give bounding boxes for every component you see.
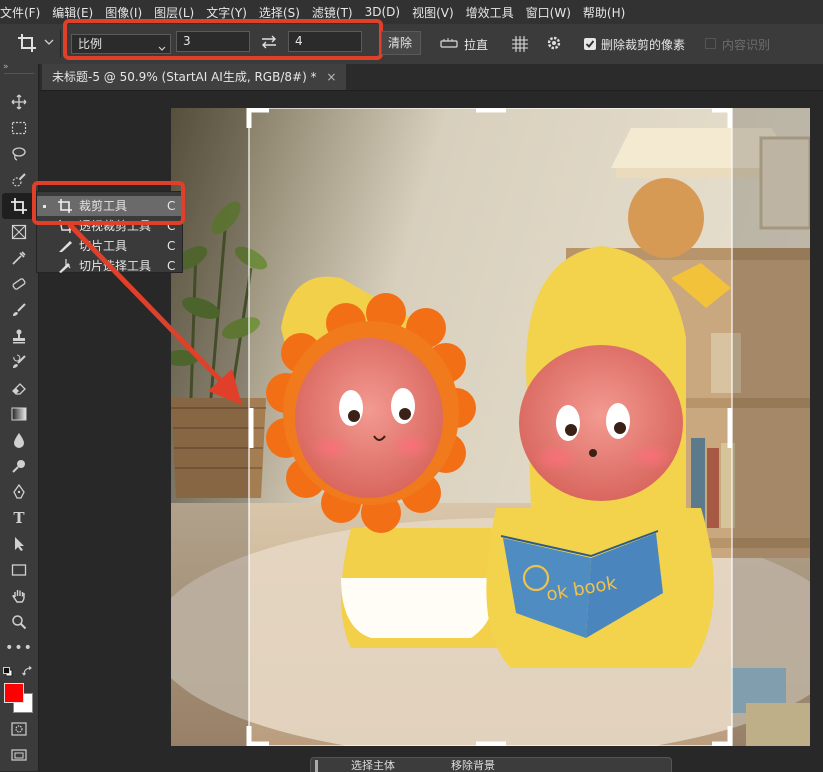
content-aware-label[interactable]: 内容识别: [722, 36, 770, 53]
annotation-arrow: [67, 222, 242, 405]
crop-tool-icon[interactable]: [9, 197, 29, 215]
dodge-tool-icon[interactable]: [9, 457, 29, 475]
straighten-icon[interactable]: [440, 35, 458, 51]
content-aware-checkbox[interactable]: [705, 38, 716, 49]
gear-icon[interactable]: [545, 34, 563, 52]
clone-stamp-tool-icon[interactable]: [9, 327, 29, 345]
collapse-panel-icon[interactable]: »: [3, 62, 17, 72]
options-bar: 比例 3 4 清除 拉直 删除裁剪的像素 内容识别: [0, 19, 823, 65]
menu-3d[interactable]: 3D(D): [359, 5, 406, 19]
document-tab-title: 未标题-5 @ 50.9% (StartAI AI生成, RGB/8#) *: [52, 70, 317, 84]
divider: [60, 30, 61, 58]
default-colors-icon[interactable]: [3, 666, 13, 677]
grid-overlay-icon[interactable]: [510, 34, 530, 54]
menu-plugins[interactable]: 增效工具: [460, 4, 520, 21]
document-image[interactable]: ok book: [171, 108, 810, 746]
foreground-color-swatch[interactable]: [4, 683, 24, 703]
divider: [4, 73, 34, 74]
highlight-ratio-box: [63, 19, 383, 60]
brush-tool-icon[interactable]: [9, 301, 29, 319]
move-tool-icon[interactable]: [9, 93, 29, 111]
straighten-label[interactable]: 拉直: [464, 36, 488, 53]
menu-edit[interactable]: 编辑(E): [46, 4, 99, 21]
drag-handle[interactable]: [315, 760, 318, 772]
remove-background-button[interactable]: 移除背景: [451, 760, 495, 772]
tools-panel: » T •••: [0, 62, 39, 771]
hand-tool-icon[interactable]: [9, 587, 29, 605]
menu-file[interactable]: 文件(F): [0, 4, 46, 21]
quick-mask-icon[interactable]: [9, 720, 29, 738]
menu-window[interactable]: 窗口(W): [520, 4, 577, 21]
document-tab[interactable]: 未标题-5 @ 50.9% (StartAI AI生成, RGB/8#) * ×: [42, 64, 347, 90]
lasso-tool-icon[interactable]: [9, 145, 29, 163]
gradient-tool-icon[interactable]: [9, 405, 29, 423]
screen-mode-icon[interactable]: [9, 746, 29, 764]
path-selection-tool-icon[interactable]: [9, 535, 29, 553]
quick-selection-tool-icon[interactable]: [9, 171, 29, 189]
menu-filter[interactable]: 滤镜(T): [306, 4, 359, 21]
type-tool-icon[interactable]: T: [9, 509, 29, 527]
menu-image[interactable]: 图像(I): [99, 4, 148, 21]
frame-tool-icon[interactable]: [9, 223, 29, 241]
rectangle-tool-icon[interactable]: [9, 561, 29, 579]
close-icon[interactable]: ×: [326, 70, 336, 84]
swap-colors-icon[interactable]: [22, 666, 33, 677]
eyedropper-tool-icon[interactable]: [9, 249, 29, 267]
menu-type[interactable]: 文字(Y): [200, 4, 253, 21]
menu-help[interactable]: 帮助(H): [577, 4, 631, 21]
menu-layer[interactable]: 图层(L): [148, 4, 200, 21]
select-subject-button[interactable]: 选择主体: [351, 760, 395, 772]
contextual-task-bar: 选择主体 移除背景: [310, 757, 672, 772]
zoom-tool-icon[interactable]: [9, 613, 29, 631]
blur-tool-icon[interactable]: [9, 431, 29, 449]
eraser-tool-icon[interactable]: [9, 379, 29, 397]
menu-view[interactable]: 视图(V): [406, 4, 460, 21]
menu-select[interactable]: 选择(S): [253, 4, 306, 21]
pen-tool-icon[interactable]: [9, 483, 29, 501]
delete-cropped-checkbox[interactable]: [584, 38, 596, 50]
healing-brush-tool-icon[interactable]: [9, 275, 29, 293]
more-tools-icon[interactable]: •••: [5, 639, 32, 657]
delete-cropped-label[interactable]: 删除裁剪的像素: [601, 36, 685, 53]
chevron-down-icon[interactable]: [44, 36, 54, 46]
crop-preset-icon[interactable]: [16, 32, 38, 54]
marquee-tool-icon[interactable]: [9, 119, 29, 137]
history-brush-tool-icon[interactable]: [9, 353, 29, 371]
clear-button[interactable]: 清除: [381, 31, 421, 55]
